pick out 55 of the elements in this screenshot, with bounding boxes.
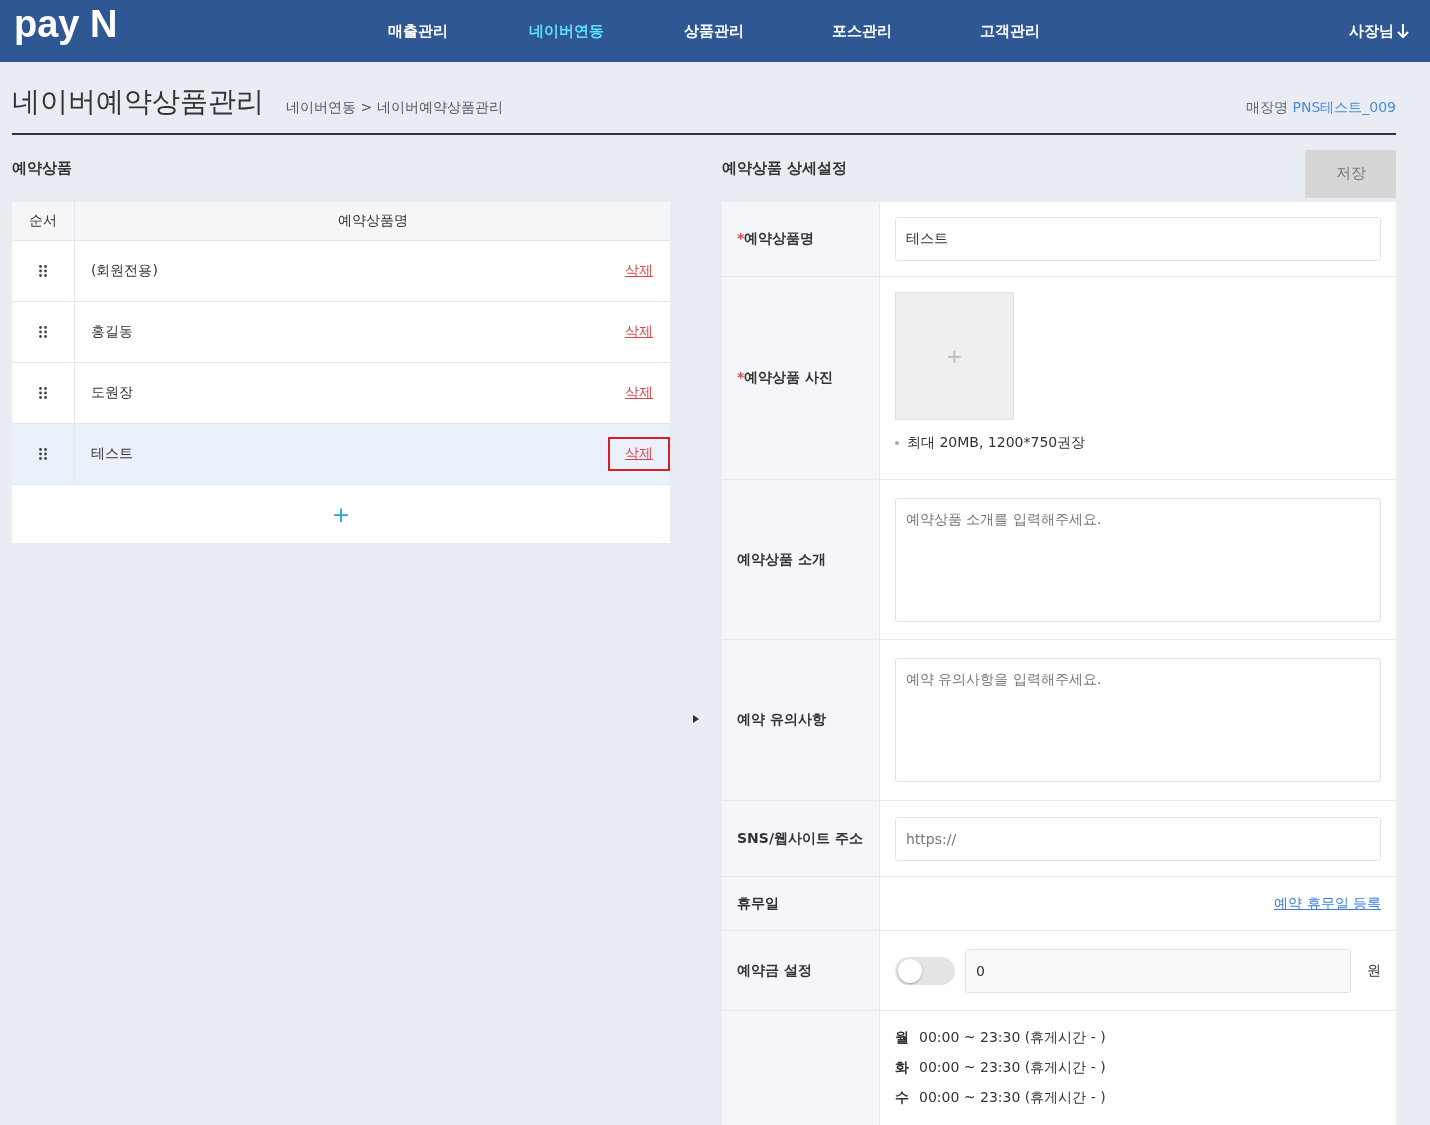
text-area[interactable]: 예약 유의사항을 입력해주세요. [895, 658, 1381, 782]
hint-text: 최대 20MB, 1200*750권장 [907, 434, 1086, 452]
nav-tab[interactable]: 상품관리 [640, 20, 788, 42]
section-title: 예약상품 [12, 159, 72, 178]
table-row[interactable]: 홍길동 삭제 [12, 302, 670, 363]
field-label: *예약상품명 [737, 230, 815, 248]
store-label: 매장명 [1246, 99, 1289, 117]
delete-link[interactable]: 삭제 [608, 315, 670, 349]
column-header: 예약상품명 [337, 212, 408, 230]
nav-tab[interactable]: 네이버연동 [492, 20, 640, 42]
input-field[interactable]: https:// [895, 816, 1381, 861]
logo[interactable]: pay N [14, 2, 344, 46]
nav-tab[interactable]: 매출관리 [344, 20, 492, 42]
user-menu[interactable]: 사장님 [1343, 20, 1416, 42]
product-name: 도원장 [91, 384, 133, 402]
field-label: 휴무일 [737, 894, 779, 913]
schedule-time: 00:00 ~ 23:30 (휴게시간 - ) [919, 1089, 1106, 1107]
field-label: *예약상품 사진 [737, 369, 834, 387]
field-label: SNS/웹사이트 주소 [737, 829, 863, 848]
field-label: 예약 유의사항 [737, 711, 826, 729]
weekday-label: 화 [895, 1059, 909, 1077]
drag-handle-icon[interactable] [39, 387, 47, 399]
field-label: 예약상품 소개 [737, 550, 826, 569]
field-label: 예약금 설정 [737, 961, 812, 980]
table-row[interactable]: (회원전용) 삭제 [12, 241, 670, 302]
text-area[interactable]: 예약상품 소개를 입력해주세요. [895, 497, 1381, 622]
breadcrumb: 네이버연동 > 네이버예약상품관리 [286, 99, 503, 117]
product-name: 홍길동 [91, 323, 133, 341]
delete-link[interactable]: 삭제 [608, 376, 670, 410]
toggle-switch[interactable] [895, 956, 955, 985]
holiday-link[interactable]: 예약 휴무일 등록 [1274, 894, 1381, 913]
delete-link[interactable]: 삭제 [608, 437, 670, 471]
nav-tab[interactable]: 포스관리 [788, 20, 936, 42]
page-title: 네이버예약상품관리 [12, 84, 264, 120]
column-header: 순서 [29, 212, 57, 230]
nav-tab[interactable]: 고객관리 [936, 20, 1084, 42]
store-name: PNS테스트_009 [1292, 99, 1396, 117]
product-name: 테스트 [91, 445, 133, 463]
weekday-label: 월 [895, 1029, 909, 1047]
section-title: 예약상품 상세설정 [722, 159, 848, 178]
product-name: (회원전용) [91, 262, 158, 280]
schedule-time: 00:00 ~ 23:30 (휴게시간 - ) [919, 1059, 1106, 1077]
delete-link[interactable]: 삭제 [608, 254, 670, 288]
input-field[interactable]: 0 [965, 948, 1351, 993]
drag-handle-icon[interactable] [39, 265, 47, 277]
weekday-label: 수 [895, 1089, 909, 1107]
table-row[interactable]: 도원장 삭제 [12, 363, 670, 424]
expand-arrow-icon[interactable] [693, 715, 699, 723]
drag-handle-icon[interactable] [39, 326, 47, 338]
unit-label: 원 [1367, 961, 1381, 980]
input-field[interactable]: 테스트 [895, 217, 1381, 261]
drag-handle-icon[interactable] [39, 448, 47, 460]
schedule-time: 00:00 ~ 23:30 (휴게시간 - ) [919, 1029, 1106, 1047]
table-row[interactable]: 테스트 삭제 [12, 424, 670, 485]
down-arrow-icon [1396, 23, 1410, 39]
